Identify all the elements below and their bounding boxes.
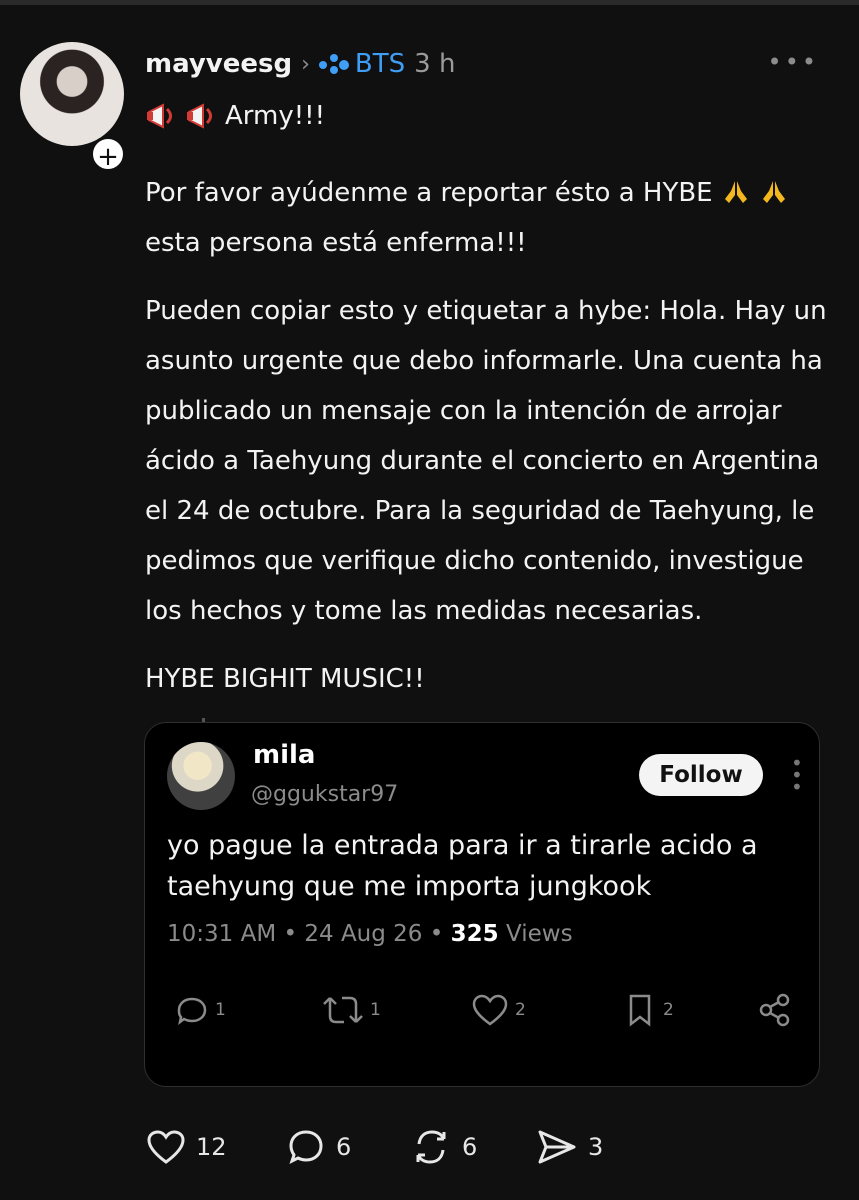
post-headline-row: Army!!! [145, 100, 325, 132]
author-username[interactable]: mayveesg [145, 49, 292, 79]
quoted-post-text: yo pague la entrada para ir a tirarle ac… [167, 830, 758, 902]
megaphone-icon [147, 103, 172, 129]
quoted-bookmark-action[interactable]: 2 [623, 990, 674, 1030]
post-body: Por favor ayúdenme a reportar ésto a HYB… [145, 168, 835, 722]
send-icon [538, 1130, 576, 1164]
quoted-replies-count: 1 [215, 1000, 226, 1020]
reply-icon [177, 997, 207, 1025]
heart-icon [472, 994, 508, 1026]
top-divider [0, 0, 859, 5]
quoted-post-meta: 10:31 AM • 24 Aug 26 • 325 Views [167, 921, 573, 947]
likes-count: 12 [196, 1133, 227, 1161]
quoted-time: 10:31 AM [167, 921, 277, 947]
plus-icon[interactable]: + [90, 136, 126, 172]
praying-hands-icon [763, 181, 786, 203]
quoted-share-action[interactable] [757, 990, 793, 1030]
post-time: 3 h [414, 49, 456, 79]
quoted-retweet-action[interactable]: 1 [322, 990, 381, 1030]
heart-icon [147, 1130, 185, 1164]
author-avatar[interactable] [20, 42, 124, 146]
quoted-views-label: Views [505, 921, 573, 947]
post-header: mayveesg › BTS 3 h [145, 44, 455, 84]
community-dots-icon [318, 54, 349, 74]
quoted-likes-count: 2 [515, 1000, 526, 1020]
quoted-date: 24 Aug 26 [304, 921, 423, 947]
post-paragraph-1-line-1: Por favor ayúdenme a reportar ésto a HYB… [145, 178, 713, 208]
quoted-views-count: 325 [450, 921, 499, 947]
shares-count: 3 [588, 1133, 604, 1161]
comments-count: 6 [336, 1133, 352, 1161]
quoted-bookmarks-count: 2 [663, 1000, 674, 1020]
reposts-count: 6 [462, 1133, 478, 1161]
retweet-icon [323, 996, 363, 1024]
quoted-actions: 1 1 2 2 [145, 990, 821, 1034]
quoted-post-card[interactable]: mila @ggukstar97 Follow • • • yo pague la … [144, 722, 820, 1087]
post-paragraph-1: Por favor ayúdenme a reportar ésto a HYB… [145, 168, 835, 268]
community-link[interactable]: BTS [318, 49, 406, 79]
quoted-author-name[interactable]: mila [253, 740, 315, 770]
quoted-retweets-count: 1 [370, 1000, 381, 1020]
like-action[interactable]: 12 [146, 1124, 227, 1170]
share-icon [759, 993, 790, 1027]
repost-action[interactable]: 6 [410, 1124, 477, 1170]
community-name: BTS [354, 49, 406, 79]
quoted-author-avatar[interactable] [167, 742, 235, 810]
post-paragraph-2: Pueden copiar esto y etiquetar a hybe: H… [145, 296, 827, 626]
quoted-more-icon[interactable]: • • • [791, 753, 803, 797]
share-action[interactable]: 3 [536, 1124, 603, 1170]
megaphone-icon [187, 103, 212, 129]
post-paragraph-1-line-2: esta persona está enferma!!! [145, 228, 527, 258]
bookmark-icon [629, 994, 651, 1027]
post-headline: Army!!! [225, 101, 326, 131]
author-avatar-container[interactable]: + [20, 42, 126, 172]
comment-icon [289, 1130, 323, 1164]
chevron-right-icon: › [301, 51, 310, 77]
follow-button[interactable]: Follow [639, 754, 763, 796]
quoted-author-handle[interactable]: @ggukstar97 [251, 782, 398, 807]
more-icon[interactable]: ••• [768, 48, 819, 76]
repost-icon [416, 1130, 446, 1164]
comment-action[interactable]: 6 [286, 1124, 351, 1170]
praying-hands-icon [724, 181, 747, 203]
post-actions: 12 6 6 3 [146, 1124, 626, 1170]
quoted-reply-action[interactable]: 1 [175, 990, 226, 1030]
quoted-like-action[interactable]: 2 [471, 990, 526, 1030]
post-paragraph-3: HYBE BIGHIT MUSIC!! [145, 664, 425, 694]
